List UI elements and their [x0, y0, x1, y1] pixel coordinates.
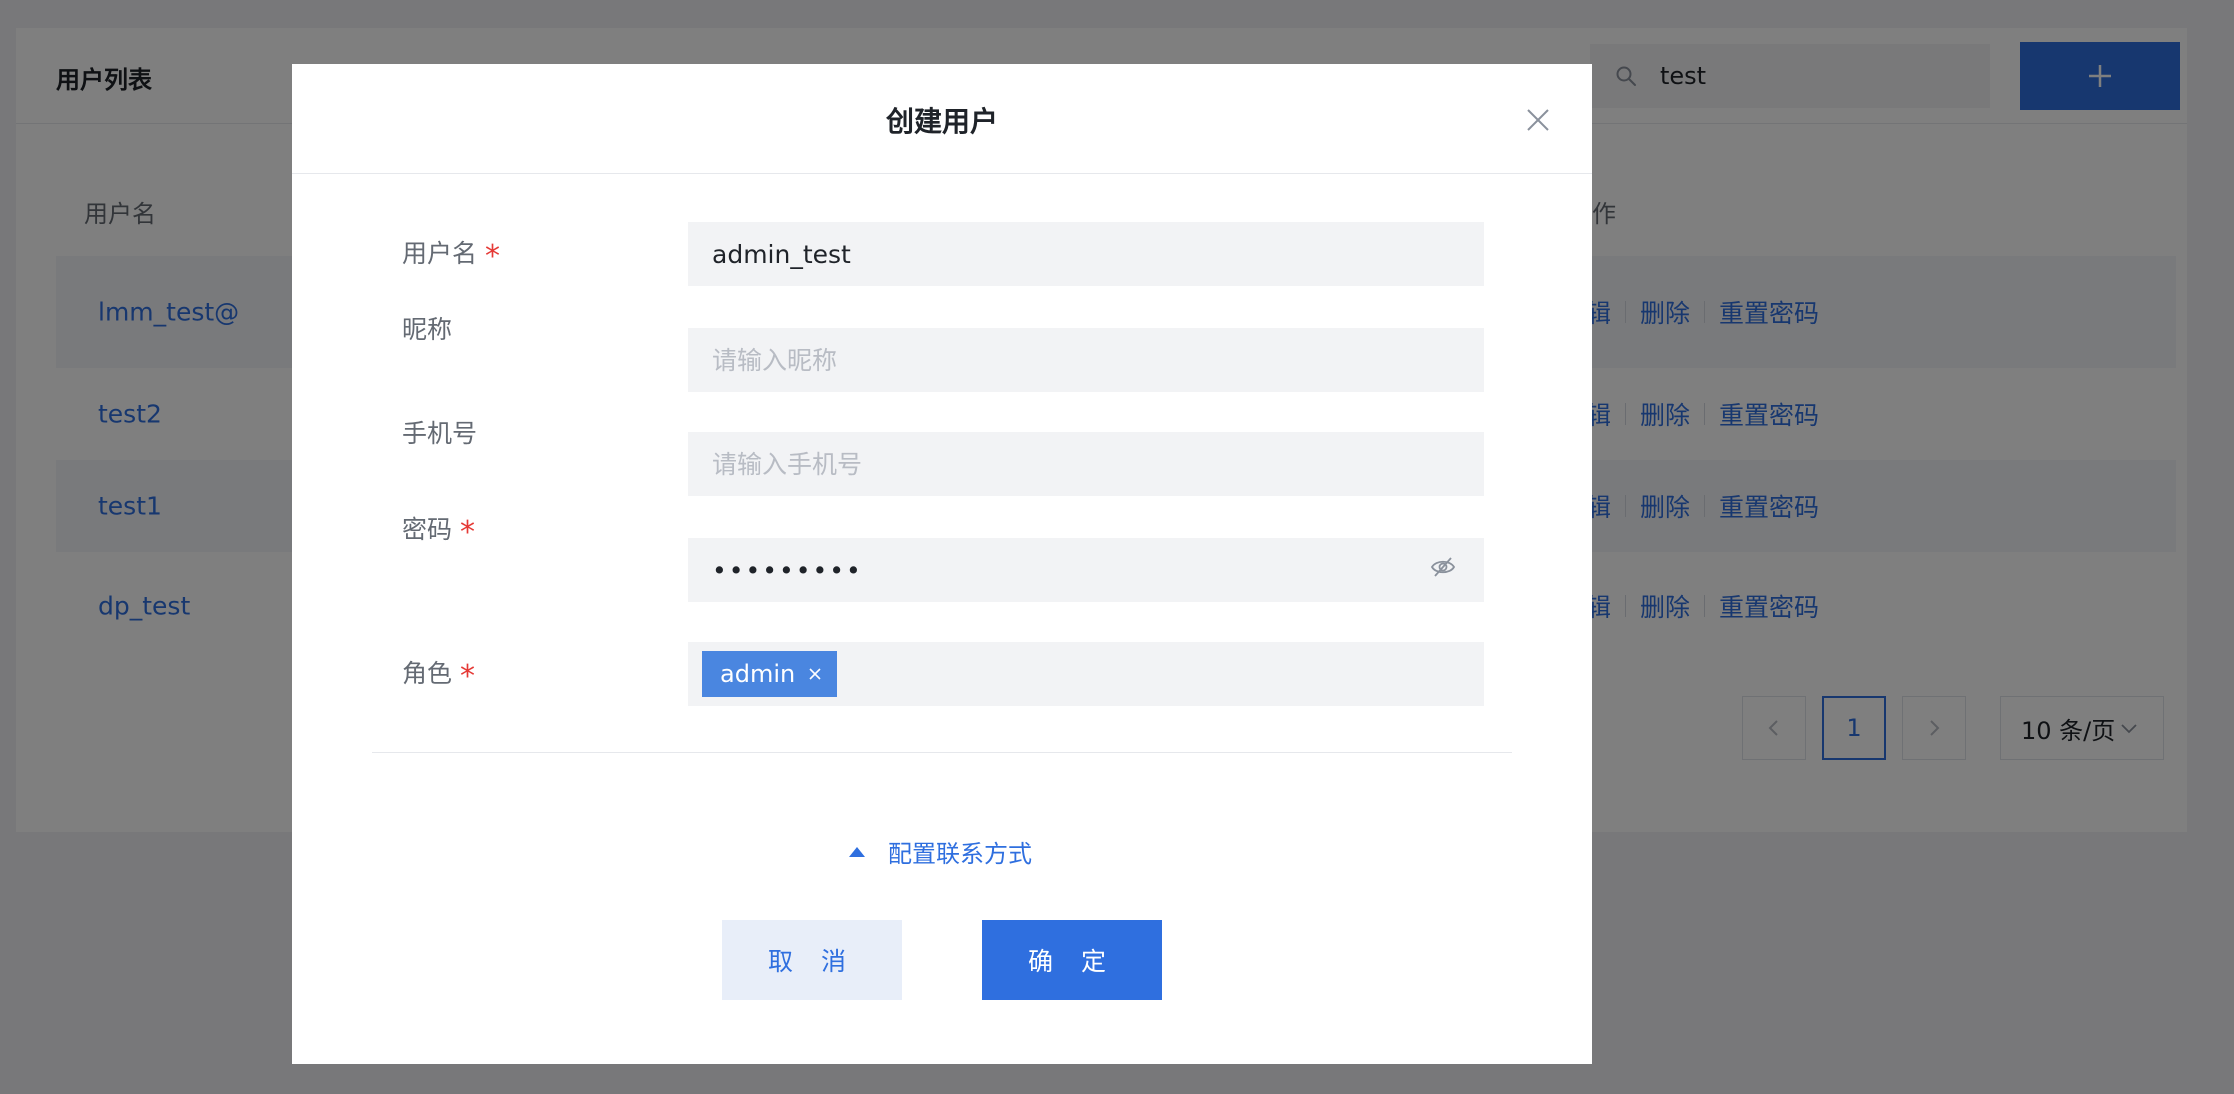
nickname-label: 昵称: [402, 315, 453, 344]
required-mark: *: [460, 515, 476, 550]
create-user-dialog: 创建用户 用户名* 昵称 手机号 密码* 角色* admin: [292, 64, 1592, 1064]
tag-close-icon[interactable]: [807, 666, 823, 682]
username-label-text: 用户名: [402, 239, 478, 268]
phone-input[interactable]: [688, 432, 1484, 496]
password-input[interactable]: [688, 538, 1484, 602]
phone-label: 手机号: [402, 419, 478, 448]
role-tag: admin: [702, 651, 838, 697]
role-label-text: 角色: [402, 659, 453, 688]
username-label: 用户名 *: [402, 234, 500, 274]
required-mark: *: [485, 239, 501, 274]
eye-off-icon[interactable]: [1430, 554, 1456, 580]
required-mark: *: [460, 659, 476, 694]
cancel-button[interactable]: 取 消: [722, 920, 902, 1000]
contact-config-toggle[interactable]: 配置联系方式: [848, 834, 1032, 869]
role-label: 角色 *: [402, 654, 475, 694]
caret-up-icon: [849, 846, 865, 857]
role-select[interactable]: admin: [688, 642, 1484, 706]
password-label: 密码 *: [402, 510, 475, 550]
close-icon[interactable]: [1524, 106, 1552, 134]
role-tag-label: admin: [720, 660, 796, 688]
confirm-button[interactable]: 确 定: [982, 920, 1162, 1000]
contact-config-label: 配置联系方式: [888, 840, 1032, 868]
dialog-header: 创建用户: [292, 64, 1592, 174]
nickname-input[interactable]: [688, 328, 1484, 392]
password-label-text: 密码: [402, 515, 453, 544]
dialog-title: 创建用户: [885, 105, 998, 138]
username-input[interactable]: [688, 222, 1484, 286]
form-divider: [372, 752, 1512, 753]
